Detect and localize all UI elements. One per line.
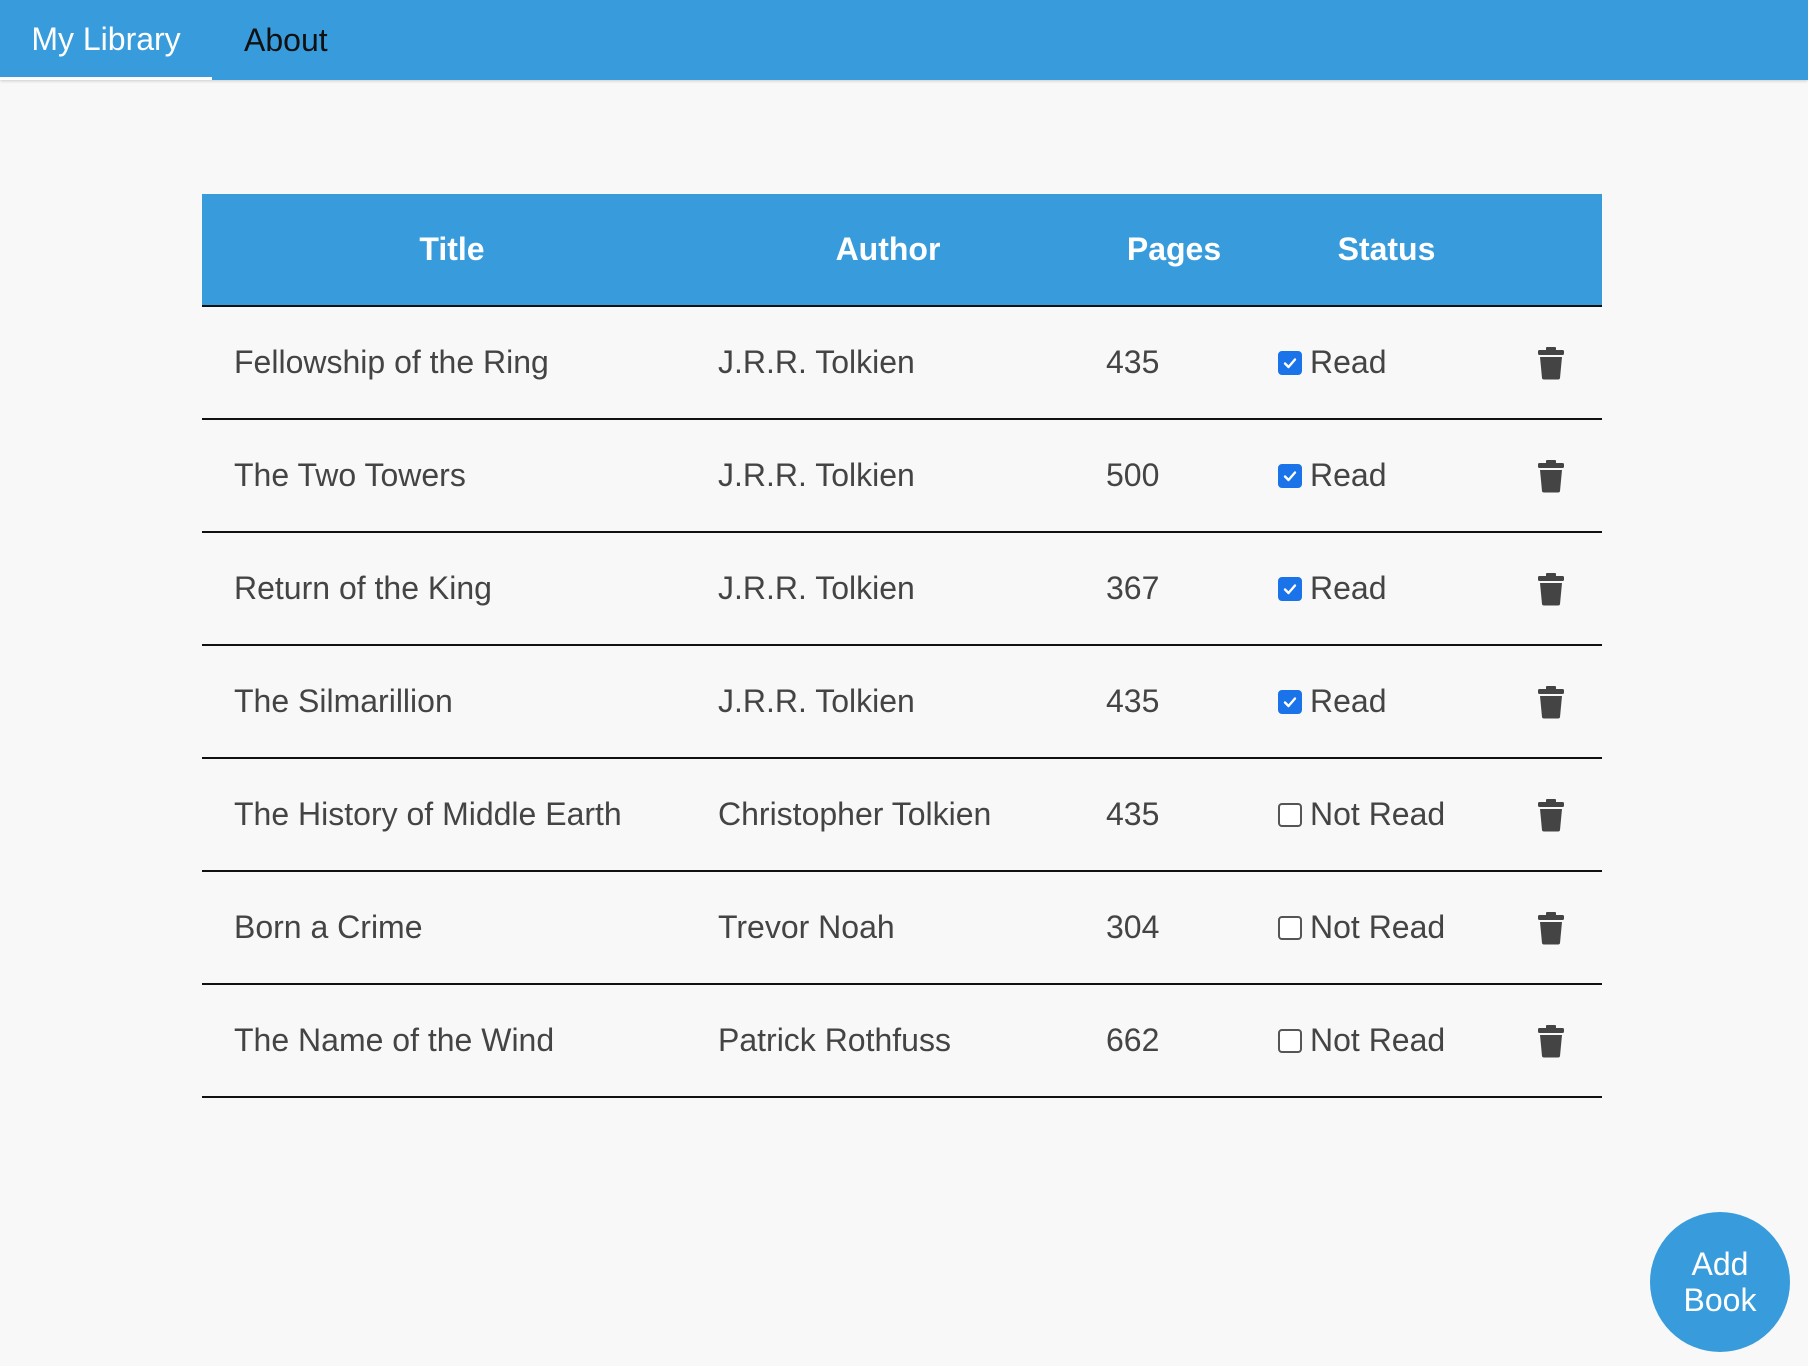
table-body: Fellowship of the Ring J.R.R. Tolkien 435 R… (202, 306, 1602, 1098)
library-table-container: Title Author Pages Status Fellowship of … (202, 194, 1602, 1098)
book-author: J.R.R. Tolkien (702, 306, 1074, 420)
column-header-pages: Pages (1074, 194, 1274, 307)
delete-cell (1499, 984, 1602, 1098)
status-cell: Read (1274, 306, 1499, 420)
status-cell: Not Read (1274, 758, 1499, 872)
column-header-title: Title (202, 194, 702, 307)
table-header-row: Title Author Pages Status (202, 194, 1602, 307)
status-cell: Read (1274, 419, 1499, 533)
status-label: Read (1310, 344, 1387, 380)
trash-icon[interactable] (1537, 911, 1565, 945)
book-title: The History of Middle Earth (202, 758, 702, 872)
trash-icon[interactable] (1537, 459, 1565, 493)
book-pages: 435 (1074, 306, 1274, 420)
book-pages: 367 (1074, 532, 1274, 646)
delete-cell (1499, 645, 1602, 759)
book-pages: 662 (1074, 984, 1274, 1098)
book-author: Trevor Noah (702, 871, 1074, 985)
status-toggle[interactable]: Not Read (1274, 1022, 1499, 1059)
book-title: The Two Towers (202, 419, 702, 533)
table-row: The History of Middle Earth Christopher T… (202, 758, 1602, 872)
table-row: The Name of the Wind Patrick Rothfuss 662 N… (202, 984, 1602, 1098)
delete-cell (1499, 419, 1602, 533)
status-toggle[interactable]: Read (1274, 344, 1499, 381)
trash-icon[interactable] (1537, 798, 1565, 832)
status-toggle[interactable]: Read (1274, 570, 1499, 607)
checkmark-icon (1282, 468, 1298, 484)
status-label: Read (1310, 457, 1387, 493)
status-cell: Not Read (1274, 871, 1499, 985)
add-book-button[interactable]: Add Book (1650, 1212, 1790, 1352)
add-book-label-line2: Book (1683, 1282, 1757, 1318)
table-row: Return of the King J.R.R. Tolkien 367 Read (202, 532, 1602, 646)
checkmark-icon (1282, 355, 1298, 371)
table-row: The Silmarillion J.R.R. Tolkien 435 Read (202, 645, 1602, 759)
status-toggle[interactable]: Read (1274, 457, 1499, 494)
table-row: Born a Crime Trevor Noah 304 Not Read (202, 871, 1602, 985)
add-book-label-line1: Add (1691, 1246, 1749, 1282)
top-nav-bar: My Library About (0, 0, 1808, 80)
delete-cell (1499, 871, 1602, 985)
book-title: Return of the King (202, 532, 702, 646)
book-author: J.R.R. Tolkien (702, 419, 1074, 533)
table-row: Fellowship of the Ring J.R.R. Tolkien 435 R… (202, 306, 1602, 420)
nav-tab-about[interactable]: About (244, 0, 328, 80)
read-checkbox-unchecked[interactable] (1278, 915, 1302, 940)
book-pages: 435 (1074, 645, 1274, 759)
book-title: The Silmarillion (202, 645, 702, 759)
status-toggle[interactable]: Not Read (1274, 796, 1499, 833)
book-pages: 435 (1074, 758, 1274, 872)
checkmark-icon (1282, 581, 1298, 597)
book-title: Born a Crime (202, 871, 702, 985)
trash-icon[interactable] (1537, 346, 1565, 380)
status-toggle[interactable]: Read (1274, 683, 1499, 720)
status-label: Not Read (1310, 796, 1446, 832)
book-pages: 304 (1074, 871, 1274, 985)
book-pages: 500 (1074, 419, 1274, 533)
nav-tab-my-library[interactable]: My Library (0, 0, 212, 80)
delete-cell (1499, 532, 1602, 646)
status-label: Read (1310, 683, 1387, 719)
status-label: Not Read (1310, 909, 1446, 945)
book-title: The Name of the Wind (202, 984, 702, 1098)
read-checkbox-unchecked[interactable] (1278, 1028, 1302, 1053)
read-checkbox-checked[interactable] (1278, 350, 1302, 375)
book-author: J.R.R. Tolkien (702, 532, 1074, 646)
column-header-actions (1499, 194, 1602, 307)
book-author: J.R.R. Tolkien (702, 645, 1074, 759)
read-checkbox-checked[interactable] (1278, 689, 1302, 714)
trash-icon[interactable] (1537, 685, 1565, 719)
table-row: The Two Towers J.R.R. Tolkien 500 Read (202, 419, 1602, 533)
book-author: Patrick Rothfuss (702, 984, 1074, 1098)
delete-cell (1499, 758, 1602, 872)
status-label: Read (1310, 570, 1387, 606)
trash-icon[interactable] (1537, 1024, 1565, 1058)
book-title: Fellowship of the Ring (202, 306, 702, 420)
trash-icon[interactable] (1537, 572, 1565, 606)
delete-cell (1499, 306, 1602, 420)
read-checkbox-unchecked[interactable] (1278, 802, 1302, 827)
status-label: Not Read (1310, 1022, 1446, 1058)
status-toggle[interactable]: Not Read (1274, 909, 1499, 946)
column-header-author: Author (702, 194, 1074, 307)
read-checkbox-checked[interactable] (1278, 463, 1302, 488)
library-table: Title Author Pages Status Fellowship of … (202, 194, 1602, 1098)
status-cell: Read (1274, 532, 1499, 646)
checkmark-icon (1282, 694, 1298, 710)
read-checkbox-checked[interactable] (1278, 576, 1302, 601)
status-cell: Not Read (1274, 984, 1499, 1098)
column-header-status: Status (1274, 194, 1499, 307)
book-author: Christopher Tolkien (702, 758, 1074, 872)
status-cell: Read (1274, 645, 1499, 759)
